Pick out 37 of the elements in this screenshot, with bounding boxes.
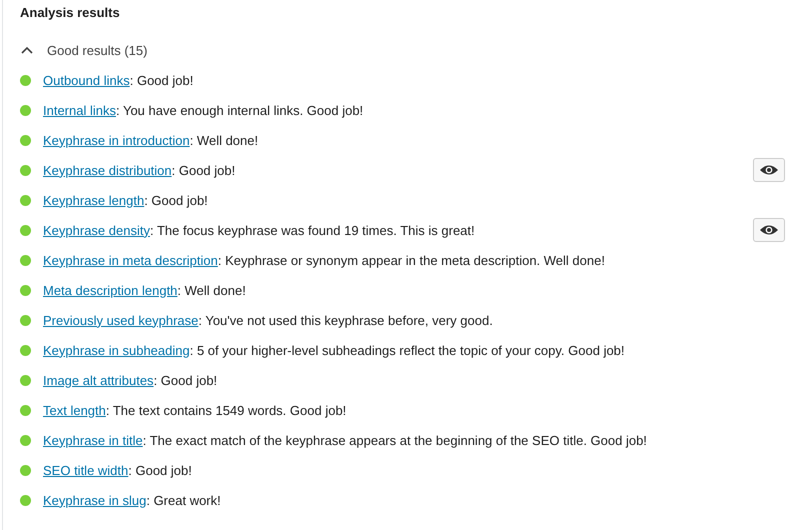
result-text: Keyphrase length: Good job! [43,192,209,208]
eye-icon [759,164,779,176]
result-text: Previously used keyphrase: You've not used this keyphrase before, very good. [43,312,494,328]
highlight-button[interactable] [753,158,785,182]
result-link[interactable]: Keyphrase length [43,192,144,208]
result-text: Internal links: You have enough internal links. Good job! [43,102,364,118]
result-text: Keyphrase in introduction: Well done! [43,132,260,148]
result-text: Text length: The text contains 1549 words. Good job! [43,402,348,418]
result-link[interactable]: Outbound links [43,72,130,88]
result-link[interactable]: Meta description length [43,282,178,298]
result-link[interactable]: Keyphrase density [43,222,150,238]
result-text: Keyphrase in title: The exact match of the keyphrase appears at the beginning of the SEO title. Good job! [43,432,648,448]
result-text: Meta description length: Well done! [43,282,247,298]
result-link[interactable]: SEO title width [43,462,128,478]
result-link[interactable]: Text length [43,402,106,418]
result-text: Keyphrase in subheading: 5 of your higher-level subheadings reflect the topic of your copy. Good job! [43,342,626,358]
result-link[interactable]: Keyphrase in meta description [43,252,218,268]
result-link[interactable]: Internal links [43,102,116,118]
result-link[interactable]: Keyphrase in introduction [43,132,190,148]
result-text: SEO title width: Good job! [43,462,193,478]
result-text: Outbound links: Good job! [43,72,194,88]
result-text: Keyphrase density: The focus keyphrase was found 19 times. This is great! [43,222,476,238]
result-link[interactable]: Previously used keyphrase [43,312,198,328]
result-text: Keyphrase in meta description: Keyphrase or synonym appear in the meta description. Well done! [43,252,606,268]
result-text: Keyphrase distribution: Good job! [43,162,236,178]
section-toggle[interactable]: Good results (15) [20,35,148,65]
result-link[interactable]: Keyphrase in slug [43,492,146,508]
panel-title: Analysis results [20,4,121,22]
result-text: Keyphrase in slug: Great work! [43,492,222,508]
result-link[interactable]: Keyphrase in title [43,432,143,448]
eye-icon [759,224,779,236]
result-link[interactable]: Image alt attributes [43,372,154,388]
result-text: Image alt attributes: Good job! [43,372,218,388]
result-link[interactable]: Keyphrase in subheading [43,342,190,358]
highlight-button[interactable] [753,218,785,242]
result-link[interactable]: Keyphrase distribution [43,162,172,178]
caret-icon [21,46,33,54]
